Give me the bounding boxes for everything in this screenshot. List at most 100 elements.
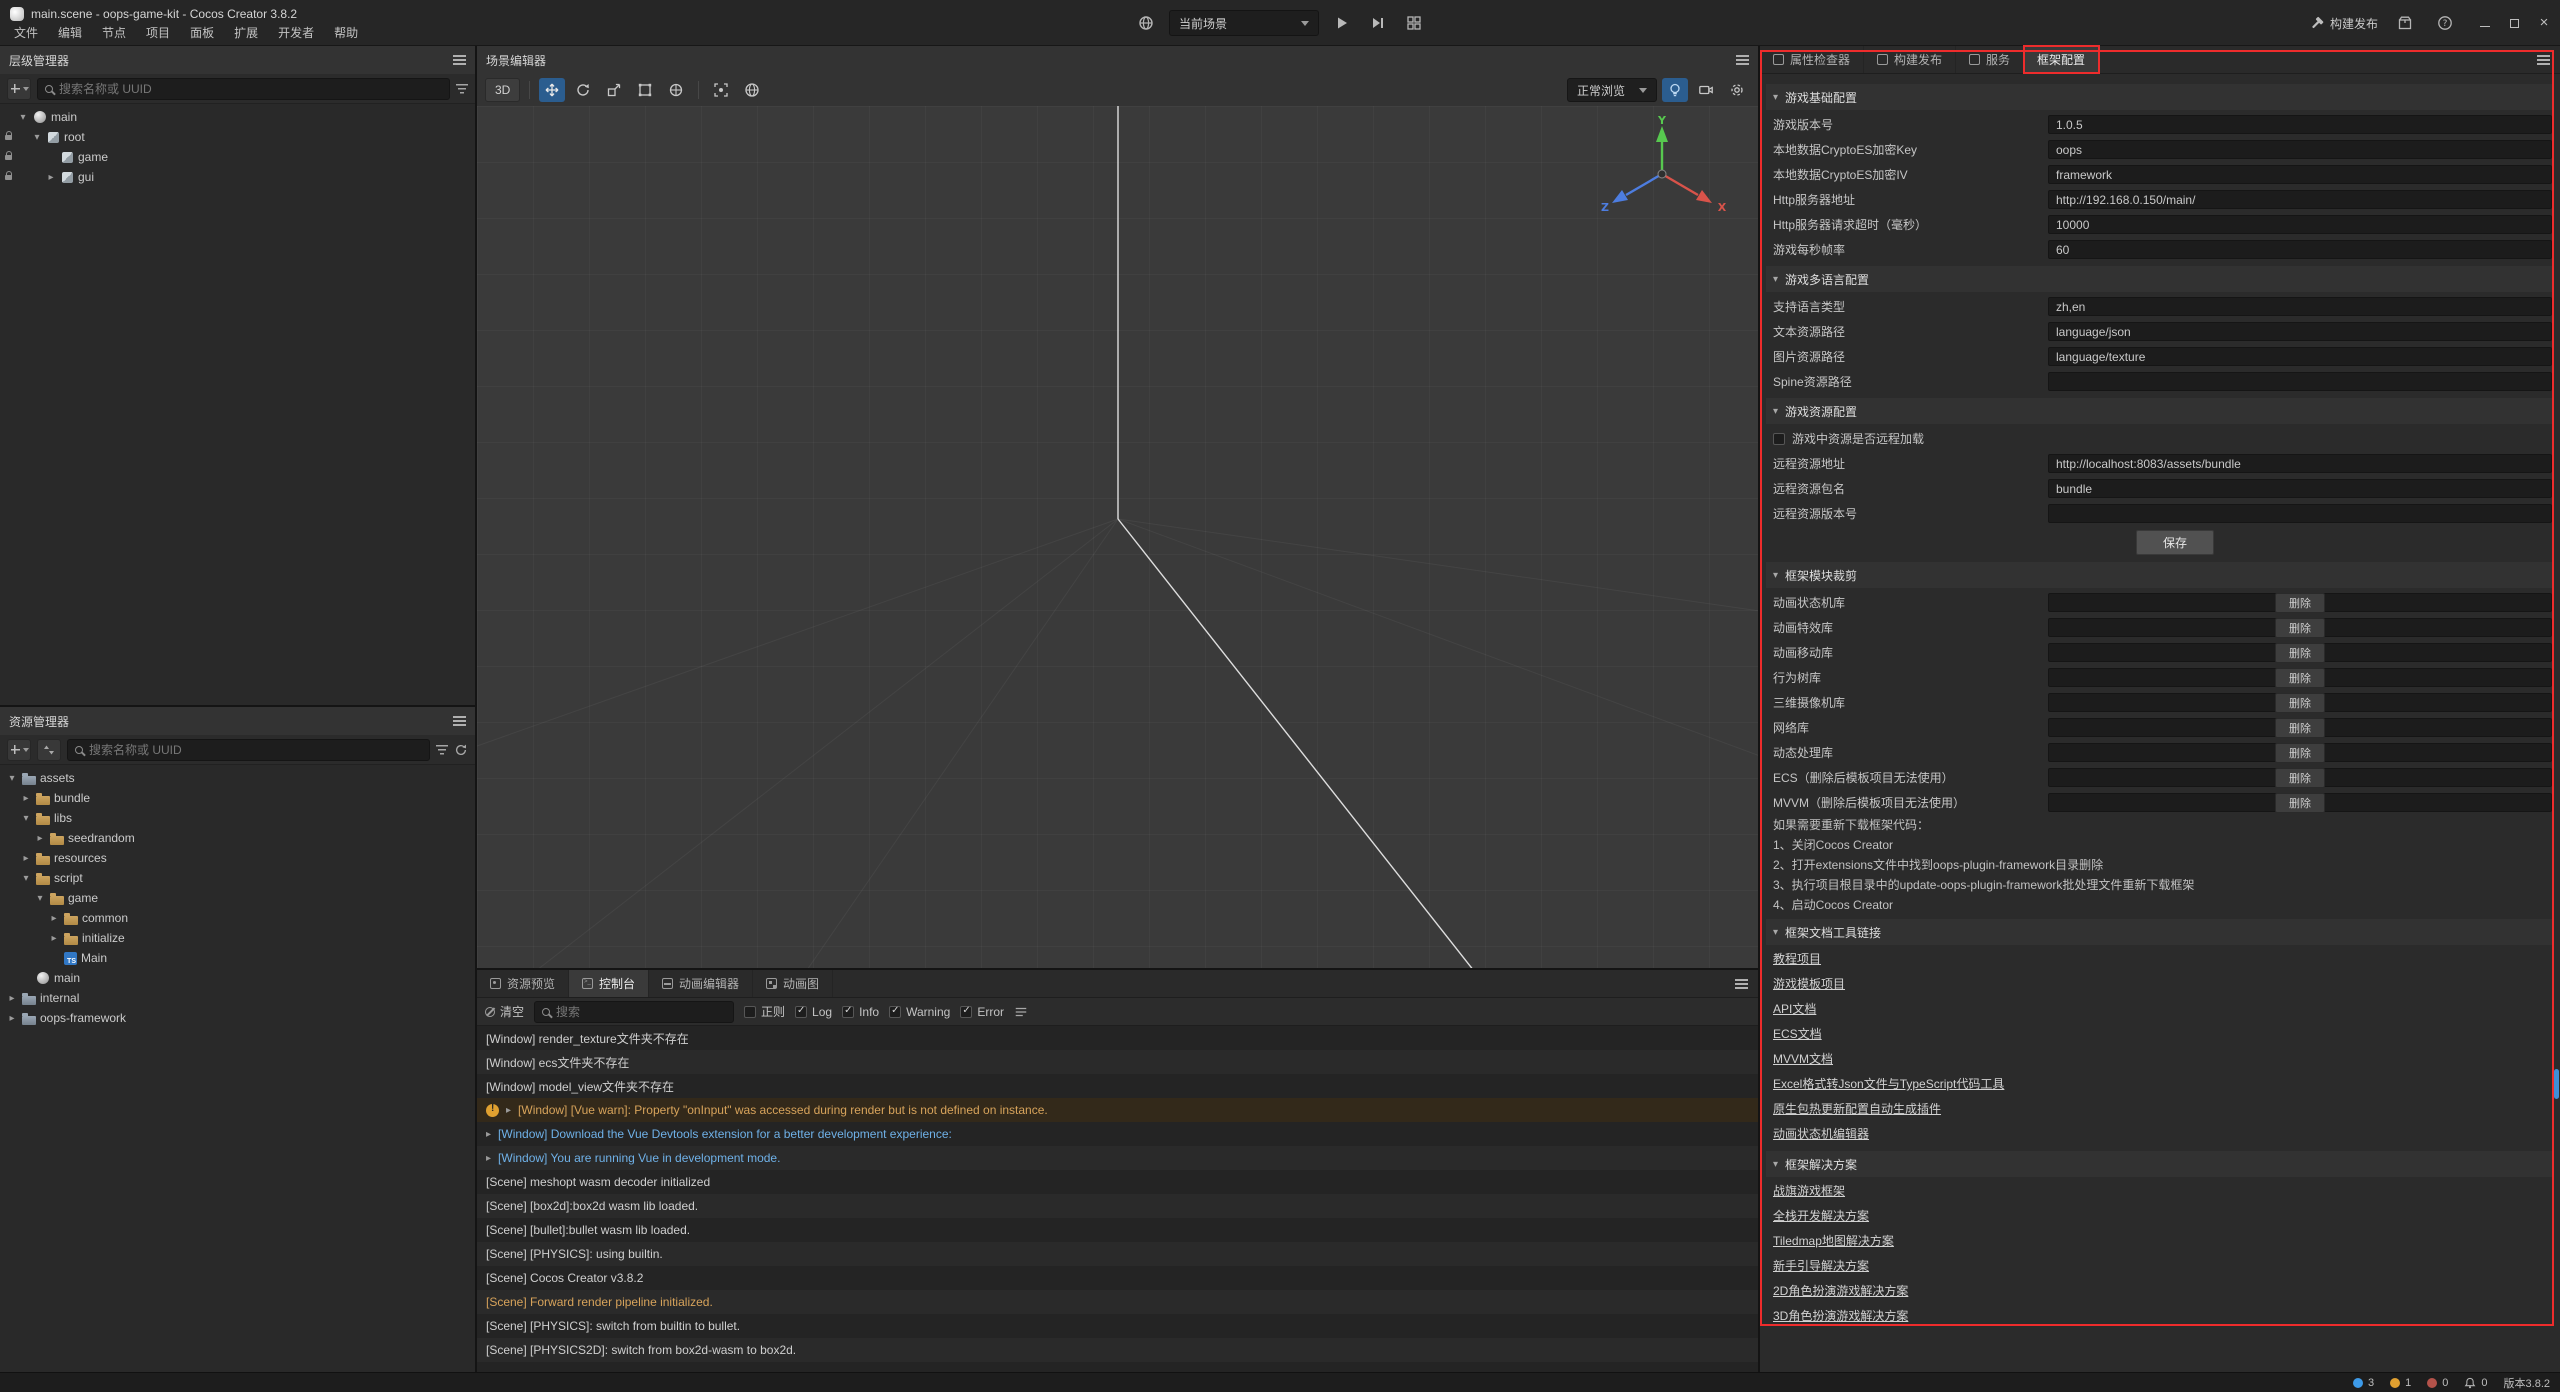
mode-3d-button[interactable]: 3D — [485, 78, 520, 102]
panel-menu-icon[interactable] — [2537, 59, 2550, 61]
warning-count-badge[interactable]: 1 — [2390, 1377, 2411, 1389]
asset-node-row[interactable]: Main — [0, 948, 475, 968]
config-input[interactable] — [2048, 240, 2552, 259]
expand-arrow-icon[interactable] — [20, 793, 32, 804]
asset-node-row[interactable]: resources — [0, 848, 475, 868]
panel-menu-icon[interactable] — [1736, 59, 1749, 61]
expand-arrow-icon[interactable] — [6, 773, 18, 784]
config-input[interactable] — [2048, 190, 2552, 209]
light-toggle-button[interactable] — [1662, 78, 1688, 102]
log-row[interactable]: [Scene] Cocos Creator v3.8.2 — [477, 1266, 1758, 1290]
panel-menu-icon[interactable] — [453, 59, 466, 61]
doc-link[interactable]: 游戏模板项目 — [1766, 972, 1845, 997]
doc-link[interactable]: MVVM文档 — [1766, 1047, 1833, 1072]
refresh-icon[interactable] — [454, 743, 468, 757]
view-mode-select[interactable]: 正常浏览 — [1567, 78, 1657, 102]
expand-arrow-icon[interactable] — [6, 993, 18, 1004]
delete-module-button[interactable]: 删除 — [2275, 643, 2325, 663]
solution-link[interactable]: 3D角色扮演游戏解决方案 — [1766, 1304, 1908, 1329]
scale-tool-button[interactable] — [601, 78, 627, 102]
asset-node-row[interactable]: script — [0, 868, 475, 888]
log-row[interactable]: [Scene] [PHYSICS]: using builtin. — [477, 1242, 1758, 1266]
clear-console-button[interactable]: 清空 — [485, 1003, 524, 1020]
hierarchy-node-row[interactable]: main — [0, 107, 475, 127]
config-input[interactable] — [2048, 215, 2552, 234]
remote-load-checkbox[interactable] — [1773, 433, 1785, 445]
solution-link[interactable]: 2D角色扮演游戏解决方案 — [1766, 1279, 1908, 1304]
close-button[interactable]: × — [2538, 17, 2550, 29]
log-row[interactable]: [Scene] Forward render pipeline initiali… — [477, 1290, 1758, 1314]
layout-button[interactable] — [1401, 10, 1427, 36]
config-input[interactable] — [2048, 479, 2552, 498]
build-publish-button[interactable]: 构建发布 — [2309, 15, 2378, 32]
collapse-lines-icon[interactable] — [1014, 1005, 1028, 1019]
delete-module-button[interactable]: 删除 — [2275, 768, 2325, 788]
menu-item[interactable]: 扩展 — [224, 22, 268, 43]
doc-link[interactable]: 教程项目 — [1766, 947, 1821, 972]
error-count-badge[interactable]: 0 — [2427, 1377, 2448, 1389]
log-count-badge[interactable]: 3 — [2353, 1377, 2374, 1389]
panel-menu-icon[interactable] — [453, 720, 466, 722]
hierarchy-search-input[interactable] — [59, 82, 442, 96]
asset-node-row[interactable]: libs — [0, 808, 475, 828]
delete-module-button[interactable]: 删除 — [2275, 793, 2325, 813]
tab-animation-graph[interactable]: 动画图 — [753, 970, 833, 997]
tab-service[interactable]: 服务 — [1956, 46, 2024, 73]
filter-icon[interactable] — [456, 84, 468, 94]
log-row[interactable]: [Scene] [box2d]:box2d wasm lib loaded. — [477, 1194, 1758, 1218]
section-header-resource[interactable]: 游戏资源配置 — [1766, 398, 2552, 424]
tab-asset-preview[interactable]: 资源预览 — [477, 970, 569, 997]
move-tool-button[interactable] — [539, 78, 565, 102]
step-button[interactable] — [1365, 10, 1391, 36]
asset-node-row[interactable]: seedrandom — [0, 828, 475, 848]
expand-arrow-icon[interactable] — [48, 933, 60, 944]
section-header-docs[interactable]: 框架文档工具链接 — [1766, 919, 2552, 945]
rotate-tool-button[interactable] — [570, 78, 596, 102]
delete-module-button[interactable]: 删除 — [2275, 668, 2325, 688]
doc-link[interactable]: 原生包热更新配置自动生成插件 — [1766, 1097, 1941, 1122]
asset-node-row[interactable]: bundle — [0, 788, 475, 808]
config-input[interactable] — [2048, 372, 2552, 391]
solution-link[interactable]: 战旗游戏框架 — [1766, 1179, 1845, 1204]
asset-node-row[interactable]: internal — [0, 988, 475, 1008]
tab-framework-config[interactable]: 框架配置 — [2024, 46, 2099, 73]
menu-item[interactable]: 开发者 — [268, 22, 324, 43]
config-input[interactable] — [2048, 115, 2552, 134]
config-input[interactable] — [2048, 347, 2552, 366]
delete-module-button[interactable]: 删除 — [2275, 593, 2325, 613]
sort-assets-button[interactable] — [37, 739, 61, 761]
asset-node-row[interactable]: oops-framework — [0, 1008, 475, 1028]
tab-console[interactable]: 控制台 — [569, 970, 649, 997]
pivot-toggle-button[interactable] — [708, 78, 734, 102]
log-row[interactable]: [Scene] meshopt wasm decoder initialized — [477, 1170, 1758, 1194]
coordinate-toggle-button[interactable] — [739, 78, 765, 102]
hierarchy-node-row[interactable]: gui — [0, 167, 475, 187]
config-input[interactable] — [2048, 454, 2552, 473]
panel-menu-icon[interactable] — [1735, 983, 1748, 985]
navigation-gizmo[interactable]: Y X Z — [1600, 116, 1730, 224]
expand-arrow-icon[interactable] — [6, 1013, 18, 1024]
expand-arrow-icon[interactable] — [17, 112, 29, 123]
maximize-button[interactable] — [2510, 19, 2519, 28]
expand-arrow-icon[interactable] — [20, 873, 32, 884]
hierarchy-node-row[interactable]: game — [0, 147, 475, 167]
delete-module-button[interactable]: 删除 — [2275, 693, 2325, 713]
expand-arrow-icon[interactable] — [45, 172, 57, 183]
expand-chevron-icon[interactable] — [486, 1153, 491, 1164]
current-scene-select[interactable]: 当前场景 — [1169, 10, 1319, 36]
config-input[interactable] — [2048, 297, 2552, 316]
menu-item[interactable]: 文件 — [4, 22, 48, 43]
create-asset-button[interactable] — [7, 739, 31, 761]
expand-arrow-icon[interactable] — [34, 833, 46, 844]
asset-node-row[interactable]: initialize — [0, 928, 475, 948]
package-button[interactable] — [2392, 10, 2418, 36]
log-row[interactable]: [Scene] [PHYSICS]: switch from builtin t… — [477, 1314, 1758, 1338]
log-row[interactable]: [Scene] [PHYSICS2D]: switch from box2d-w… — [477, 1338, 1758, 1362]
log-row[interactable]: [Window] [Vue warn]: Property "onInput" … — [477, 1098, 1758, 1122]
expand-arrow-icon[interactable] — [48, 913, 60, 924]
assets-search-input[interactable] — [89, 743, 422, 757]
delete-module-button[interactable]: 删除 — [2275, 718, 2325, 738]
filter-icon[interactable] — [436, 745, 448, 755]
config-input[interactable] — [2048, 140, 2552, 159]
config-input[interactable] — [2048, 165, 2552, 184]
